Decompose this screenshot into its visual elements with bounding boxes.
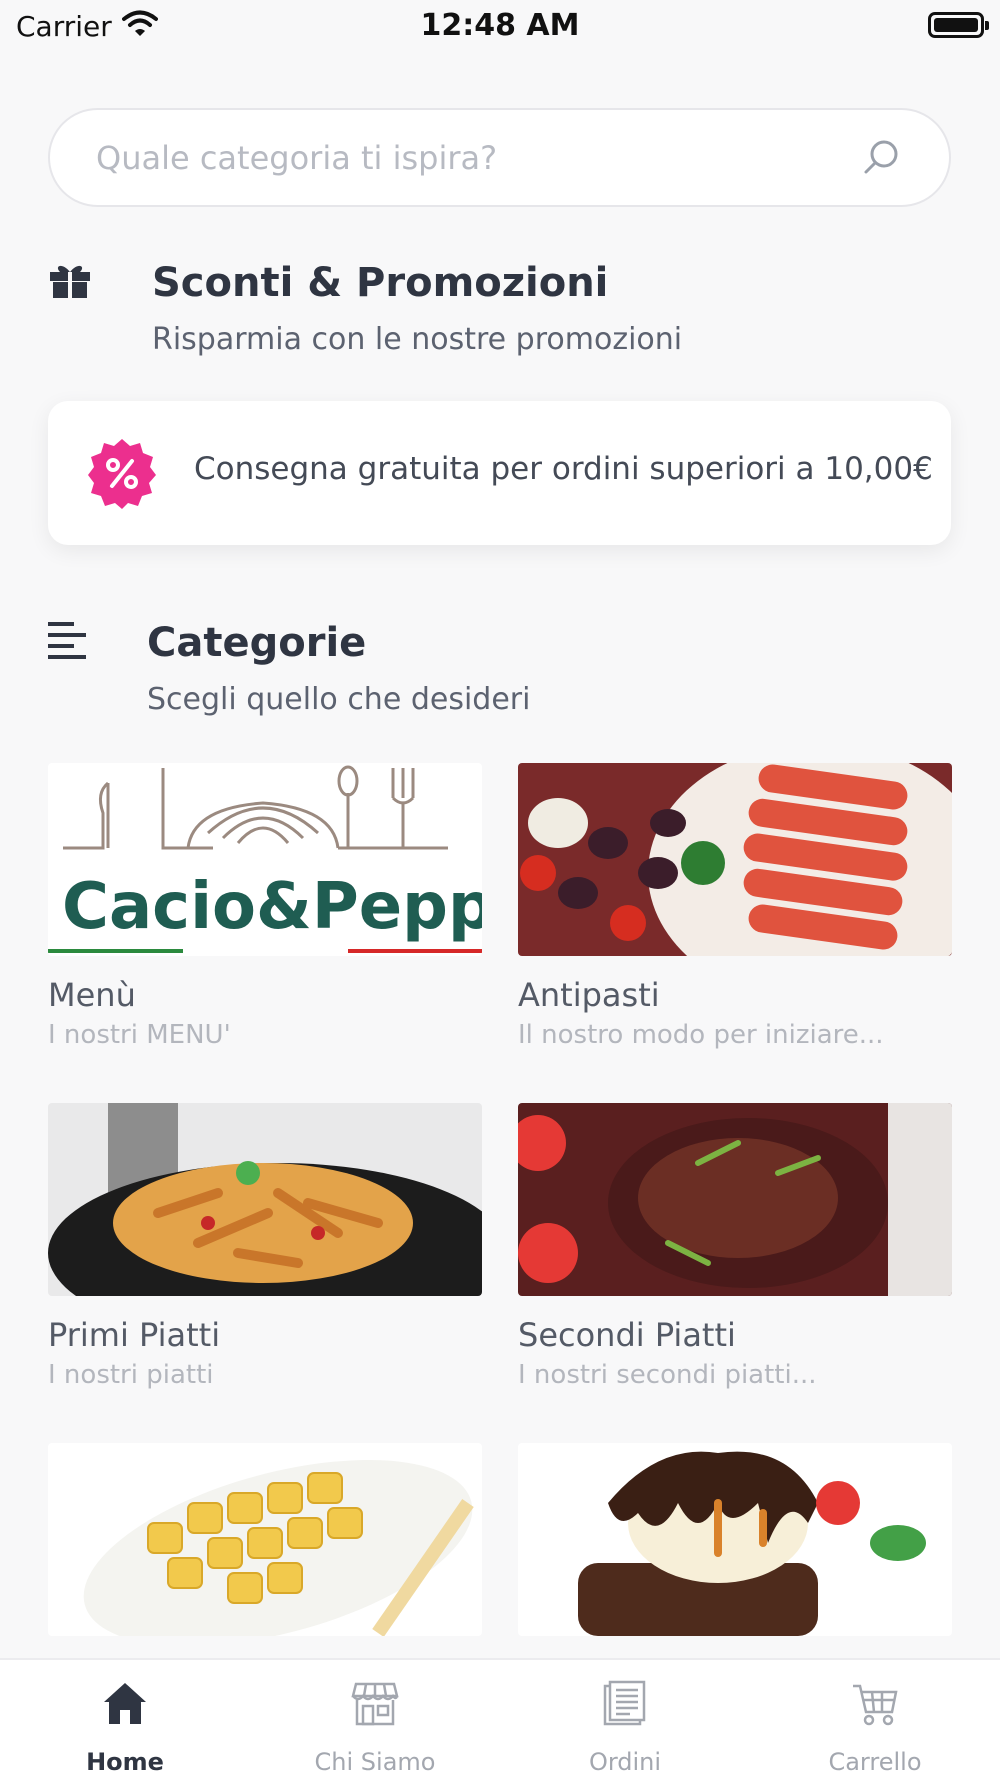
category-card-primi-piatti[interactable]: Primi Piatti I nostri piatti [48,1103,482,1390]
search-icon[interactable] [862,138,902,182]
category-desc: Il nostro modo per iniziare... [518,1020,884,1050]
dolci-photo [518,1443,952,1636]
status-bar: Carrier 12:48 AM [0,0,1000,50]
promo-text: Consegna gratuita per ordini superiori a… [194,451,933,487]
tab-carrello[interactable]: Carrello [750,1660,1000,1778]
category-card-antipasti[interactable]: Antipasti Il nostro modo per iniziare... [518,763,952,1050]
clock: 12:48 AM [420,8,580,43]
category-name: Antipasti [518,976,660,1014]
promo-card[interactable]: Consegna gratuita per ordini superiori a… [48,401,951,545]
categories-subtitle: Scegli quello che desideri [147,682,531,717]
discount-badge-icon [86,437,158,513]
tab-chi-siamo[interactable]: Chi Siamo [250,1660,500,1778]
battery-icon [928,12,989,38]
promotions-subtitle: Risparmia con le nostre promozioni [152,322,683,357]
categories-header: Categorie Scegli quello che desideri [48,620,951,730]
category-name: Secondi Piatti [518,1316,736,1354]
gift-icon [48,260,92,304]
antipasti-photo [518,763,952,956]
categories-title: Categorie [147,620,367,666]
tab-bar: Home Chi Siamo Ordini Carrello [0,1658,1000,1778]
category-desc: I nostri secondi piatti... [518,1360,817,1390]
category-name: Primi Piatti [48,1316,221,1354]
promotions-title: Sconti & Promozioni [152,260,609,306]
promotions-header: Sconti & Promozioni Risparmia con le nos… [48,260,951,370]
logo-text: Cacio&Peppe [62,870,482,944]
list-icon [48,620,88,664]
category-card-secondi-piatti[interactable]: Secondi Piatti I nostri secondi piatti..… [518,1103,952,1390]
tab-label: Carrello [828,1748,922,1776]
primi-piatti-photo [48,1103,482,1296]
tab-ordini[interactable]: Ordini [500,1660,750,1778]
category-desc: I nostri MENU' [48,1020,231,1050]
category-card-dolci[interactable] [518,1443,952,1656]
category-card-menu[interactable]: Cacio&Peppe Menù I nostri MENU' [48,763,482,1050]
cacio-peppe-logo-image: Cacio&Peppe [48,763,482,956]
cart-icon [850,1678,900,1728]
tab-home[interactable]: Home [0,1660,250,1778]
tab-label: Chi Siamo [314,1748,436,1776]
tab-label: Home [86,1748,164,1776]
search-bar[interactable] [48,108,951,207]
secondi-piatti-photo [518,1103,952,1296]
orders-icon [600,1678,650,1728]
search-input[interactable] [96,130,856,186]
category-card-contorni[interactable] [48,1443,482,1656]
home-icon [100,1678,150,1728]
tab-label: Ordini [588,1748,662,1776]
contorni-photo [48,1443,482,1636]
category-name: Menù [48,976,136,1014]
store-icon [350,1678,400,1728]
category-desc: I nostri piatti [48,1360,214,1390]
